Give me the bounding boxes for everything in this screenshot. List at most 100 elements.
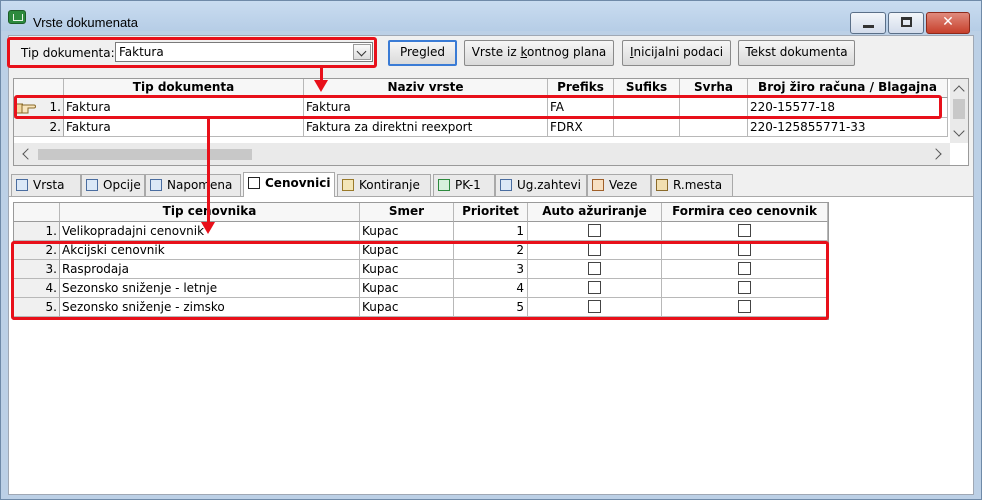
minimize-icon [863,25,874,28]
cell-tip-cenovnika[interactable]: Sezonsko sniženje - zimsko [60,298,360,317]
cell-tip-dokumenta[interactable]: Faktura [64,98,304,118]
tab-label: Napomena [167,178,233,192]
pregled-label: Pregled [399,45,446,59]
col-header-prioritet[interactable]: Prioritet [454,203,528,222]
tab-cenovnici[interactable]: Cenovnici [243,172,335,197]
tekst-dokumenta-button[interactable]: Tekst dokumenta [738,40,855,66]
row-header[interactable]: 3. [14,260,60,279]
tab-opcije[interactable]: Opcije [81,174,145,196]
col-header-tip-cenovnika[interactable]: Tip cenovnika [60,203,360,222]
cell-naziv-vrste[interactable]: Faktura za direktni reexport [304,118,548,137]
formira-ceo-cenovnik-checkbox[interactable] [738,262,751,275]
grid-corner [14,203,60,222]
cell-tip-cenovnika[interactable]: Akcijski cenovnik [60,241,360,260]
cell-tip-cenovnika[interactable]: Velikopradajni cenovnik [60,222,360,241]
cell-prefiks[interactable]: FA [548,98,614,118]
cell-sufiks[interactable] [614,118,680,137]
cell-tip-cenovnika[interactable]: Sezonsko sniženje - letnje [60,279,360,298]
cenovnici-grid[interactable]: Tip cenovnika Smer Prioritet Auto ažurir… [13,202,829,320]
formira-ceo-cenovnik-checkbox[interactable] [738,300,751,313]
cell-prioritet[interactable]: 3 [454,260,528,279]
row-header[interactable]: 5. [14,298,60,317]
pregled-button[interactable]: Pregled [388,40,457,66]
cell-tip-cenovnika[interactable]: Rasprodaja [60,260,360,279]
auto-azuriranje-checkbox[interactable] [588,262,601,275]
title-bar[interactable]: Vrste dokumenata ✕ [1,1,981,34]
cell-prefiks[interactable]: FDRX [548,118,614,137]
col-header-prefiks[interactable]: Prefiks [548,79,614,98]
auto-azuriranje-checkbox[interactable] [588,300,601,313]
auto-azuriranje-checkbox[interactable] [588,224,601,237]
scroll-up-icon[interactable] [953,85,965,97]
cell-tip-dokumenta[interactable]: Faktura [64,118,304,137]
row-header[interactable]: 4. [14,279,60,298]
cell-smer[interactable]: Kupac [360,260,454,279]
cell-sufiks[interactable] [614,98,680,118]
minimize-button[interactable] [850,12,886,34]
inicijalni-podaci-button[interactable]: Inicijalni podaci [622,40,731,66]
scroll-left-icon[interactable] [22,148,34,160]
document-icon [16,179,28,191]
upper-horizontal-scrollbar[interactable] [14,143,950,165]
vrste-iz-kontnog-plana-button[interactable]: Vrste iz kontnog plana [464,40,614,66]
col-header-smer[interactable]: Smer [360,203,454,222]
formira-ceo-cenovnik-checkbox[interactable] [738,281,751,294]
cell-smer[interactable]: Kupac [360,241,454,260]
col-header-naziv-vrste[interactable]: Naziv vrste [304,79,548,98]
col-header-auto-azuriranje[interactable]: Auto ažuriranje [528,203,662,222]
col-header-formira-ceo-cenovnik[interactable]: Formira ceo cenovnik [662,203,828,222]
col-header-broj-ziro-racuna[interactable]: Broj žiro računa / Blagajna [748,79,948,98]
cell-formira-ceo-cenovnik [662,241,828,260]
cell-smer[interactable]: Kupac [360,279,454,298]
formira-ceo-cenovnik-checkbox[interactable] [738,224,751,237]
cell-prioritet[interactable]: 1 [454,222,528,241]
combo-dropdown-button[interactable] [353,44,371,60]
close-button[interactable]: ✕ [926,12,970,34]
col-header-tip-dokumenta[interactable]: Tip dokumenta [64,79,304,98]
cell-smer[interactable]: Kupac [360,222,454,241]
tip-dokumenta-combo[interactable]: Faktura [115,42,373,62]
maximize-button[interactable] [888,12,924,34]
cell-prioritet[interactable]: 2 [454,241,528,260]
tekst-dokumenta-label: Tekst dokumenta [745,45,848,59]
links-icon [592,179,604,191]
cell-svrha[interactable] [680,118,748,137]
auto-azuriranje-checkbox[interactable] [588,281,601,294]
cell-formira-ceo-cenovnik [662,260,828,279]
cell-prioritet[interactable]: 4 [454,279,528,298]
horizontal-scroll-thumb[interactable] [38,149,252,160]
cell-broj-ziro-racuna[interactable]: 220-15577-18 [748,98,948,118]
col-header-sufiks[interactable]: Sufiks [614,79,680,98]
tab-pk-1[interactable]: PK-1 [433,174,495,196]
tab-napomena[interactable]: Napomena [145,174,241,196]
tab-vrsta[interactable]: Vrsta [11,174,81,196]
row-header[interactable]: 1. [14,98,64,118]
tab-kontiranje[interactable]: Kontiranje [337,174,431,196]
tab-r-mesta[interactable]: R.mesta [651,174,733,196]
cell-prioritet[interactable]: 5 [454,298,528,317]
cell-formira-ceo-cenovnik [662,222,828,241]
tab-ug-zahtevi[interactable]: Ug.zahtevi [495,174,587,196]
tab-veze[interactable]: Veze [587,174,651,196]
row-number: 2. [49,120,61,134]
col-header-svrha[interactable]: Svrha [680,79,748,98]
vrste-label-part1: Vrste iz [471,45,521,59]
inicijalni-label-rest: nicijalni podaci [633,45,724,59]
cell-broj-ziro-racuna[interactable]: 220-125855771-33 [748,118,948,137]
upper-vertical-scrollbar[interactable] [950,79,968,143]
vrste-grid[interactable]: Tip dokumenta Naziv vrste Prefiks Sufiks… [13,78,969,166]
row-header[interactable]: 1. [14,222,60,241]
row-header[interactable]: 2. [14,118,64,137]
scroll-down-icon[interactable] [953,125,965,137]
auto-azuriranje-checkbox[interactable] [588,243,601,256]
formira-ceo-cenovnik-checkbox[interactable] [738,243,751,256]
vertical-scroll-thumb[interactable] [953,99,965,119]
cell-svrha[interactable] [680,98,748,118]
cell-smer[interactable]: Kupac [360,298,454,317]
row-header[interactable]: 2. [14,241,60,260]
tab-label: Veze [609,178,638,192]
accounting-icon [342,179,354,191]
window: Vrste dokumenata ✕ Tip dokumenta: Faktur… [0,0,982,500]
scroll-right-icon[interactable] [930,148,942,160]
cell-naziv-vrste[interactable]: Faktura [304,98,548,118]
